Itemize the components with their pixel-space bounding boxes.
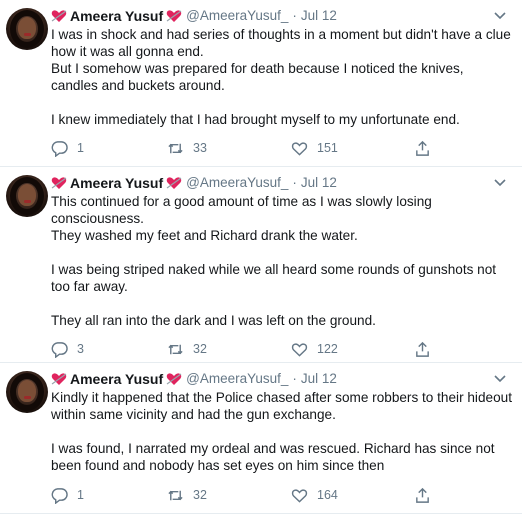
retweet-icon — [168, 344, 183, 354]
tweet[interactable]: Ameera Yusuf @AmeeraYusuf_ · Jul 12 I wa… — [0, 0, 522, 167]
heart-with-arrow-icon — [51, 177, 67, 189]
heart-with-arrow-icon — [166, 10, 182, 22]
like-icon — [291, 342, 308, 357]
avatar[interactable] — [6, 175, 48, 217]
chevron-down-icon[interactable] — [492, 174, 508, 190]
retweet-count: 32 — [193, 488, 207, 502]
reply-icon — [51, 341, 68, 358]
retweet-icon — [168, 490, 183, 500]
avatar[interactable] — [6, 371, 48, 413]
tweet-date[interactable]: Jul 12 — [301, 370, 337, 388]
tweet-text: This continued for a good amount of time… — [51, 194, 497, 328]
share-button[interactable] — [414, 486, 431, 504]
tweet-text: Kindly it happened that the Police chase… — [51, 390, 512, 473]
like-button[interactable]: 122 — [291, 340, 338, 358]
avatar[interactable] — [6, 8, 48, 50]
author-handle[interactable]: @AmeeraYusuf_ — [186, 7, 288, 25]
tweet-header: Ameera Yusuf @AmeeraYusuf_ · Jul 12 — [51, 7, 512, 25]
reply-button[interactable]: 3 — [51, 340, 84, 358]
heart-with-arrow-icon — [166, 373, 182, 385]
share-icon — [416, 487, 429, 503]
like-icon — [291, 141, 308, 156]
tweet-date[interactable]: Jul 12 — [301, 7, 337, 25]
like-count: 164 — [317, 488, 338, 502]
like-button[interactable]: 151 — [291, 139, 338, 157]
author-handle[interactable]: @AmeeraYusuf_ — [186, 174, 288, 192]
retweet-button[interactable]: 32 — [167, 486, 207, 504]
heart-with-arrow-icon — [51, 10, 67, 22]
reply-count: 1 — [77, 488, 84, 502]
retweet-button[interactable]: 32 — [167, 340, 207, 358]
share-icon — [416, 140, 429, 156]
heart-with-arrow-icon — [166, 177, 182, 189]
retweet-button[interactable]: 33 — [167, 139, 207, 157]
reply-icon — [51, 140, 68, 157]
author-name[interactable]: Ameera Yusuf — [70, 7, 163, 25]
author-name[interactable]: Ameera Yusuf — [70, 174, 163, 192]
tweet[interactable]: Ameera Yusuf @AmeeraYusuf_ · Jul 12 Kind… — [0, 363, 522, 514]
tweet[interactable]: Ameera Yusuf @AmeeraYusuf_ · Jul 12 This… — [0, 167, 522, 363]
separator-dot: · — [292, 175, 297, 190]
tweet-thread: Ameera Yusuf @AmeeraYusuf_ · Jul 12 I wa… — [0, 0, 522, 514]
reply-count: 3 — [77, 342, 84, 356]
like-count: 122 — [317, 342, 338, 356]
tweet-text: I was in shock and had series of thought… — [51, 27, 511, 127]
heart-with-arrow-icon — [51, 373, 67, 385]
reply-icon — [51, 487, 68, 504]
like-count: 151 — [317, 141, 338, 155]
reply-button[interactable]: 1 — [51, 486, 84, 504]
tweet-header: Ameera Yusuf @AmeeraYusuf_ · Jul 12 — [51, 370, 512, 388]
share-icon — [416, 341, 429, 357]
separator-dot: · — [292, 371, 297, 386]
retweet-count: 32 — [193, 342, 207, 356]
author-handle[interactable]: @AmeeraYusuf_ — [186, 370, 288, 388]
chevron-down-icon[interactable] — [492, 370, 508, 386]
share-button[interactable] — [414, 340, 431, 358]
author-name[interactable]: Ameera Yusuf — [70, 370, 163, 388]
separator-dot: · — [292, 8, 297, 23]
chevron-down-icon[interactable] — [492, 7, 508, 23]
tweet-date[interactable]: Jul 12 — [301, 174, 337, 192]
tweet-header: Ameera Yusuf @AmeeraYusuf_ · Jul 12 — [51, 174, 512, 192]
like-icon — [291, 488, 308, 503]
reply-button[interactable]: 1 — [51, 139, 84, 157]
reply-count: 1 — [77, 141, 84, 155]
retweet-icon — [168, 143, 183, 153]
like-button[interactable]: 164 — [291, 486, 338, 504]
share-button[interactable] — [414, 139, 431, 157]
retweet-count: 33 — [193, 141, 207, 155]
